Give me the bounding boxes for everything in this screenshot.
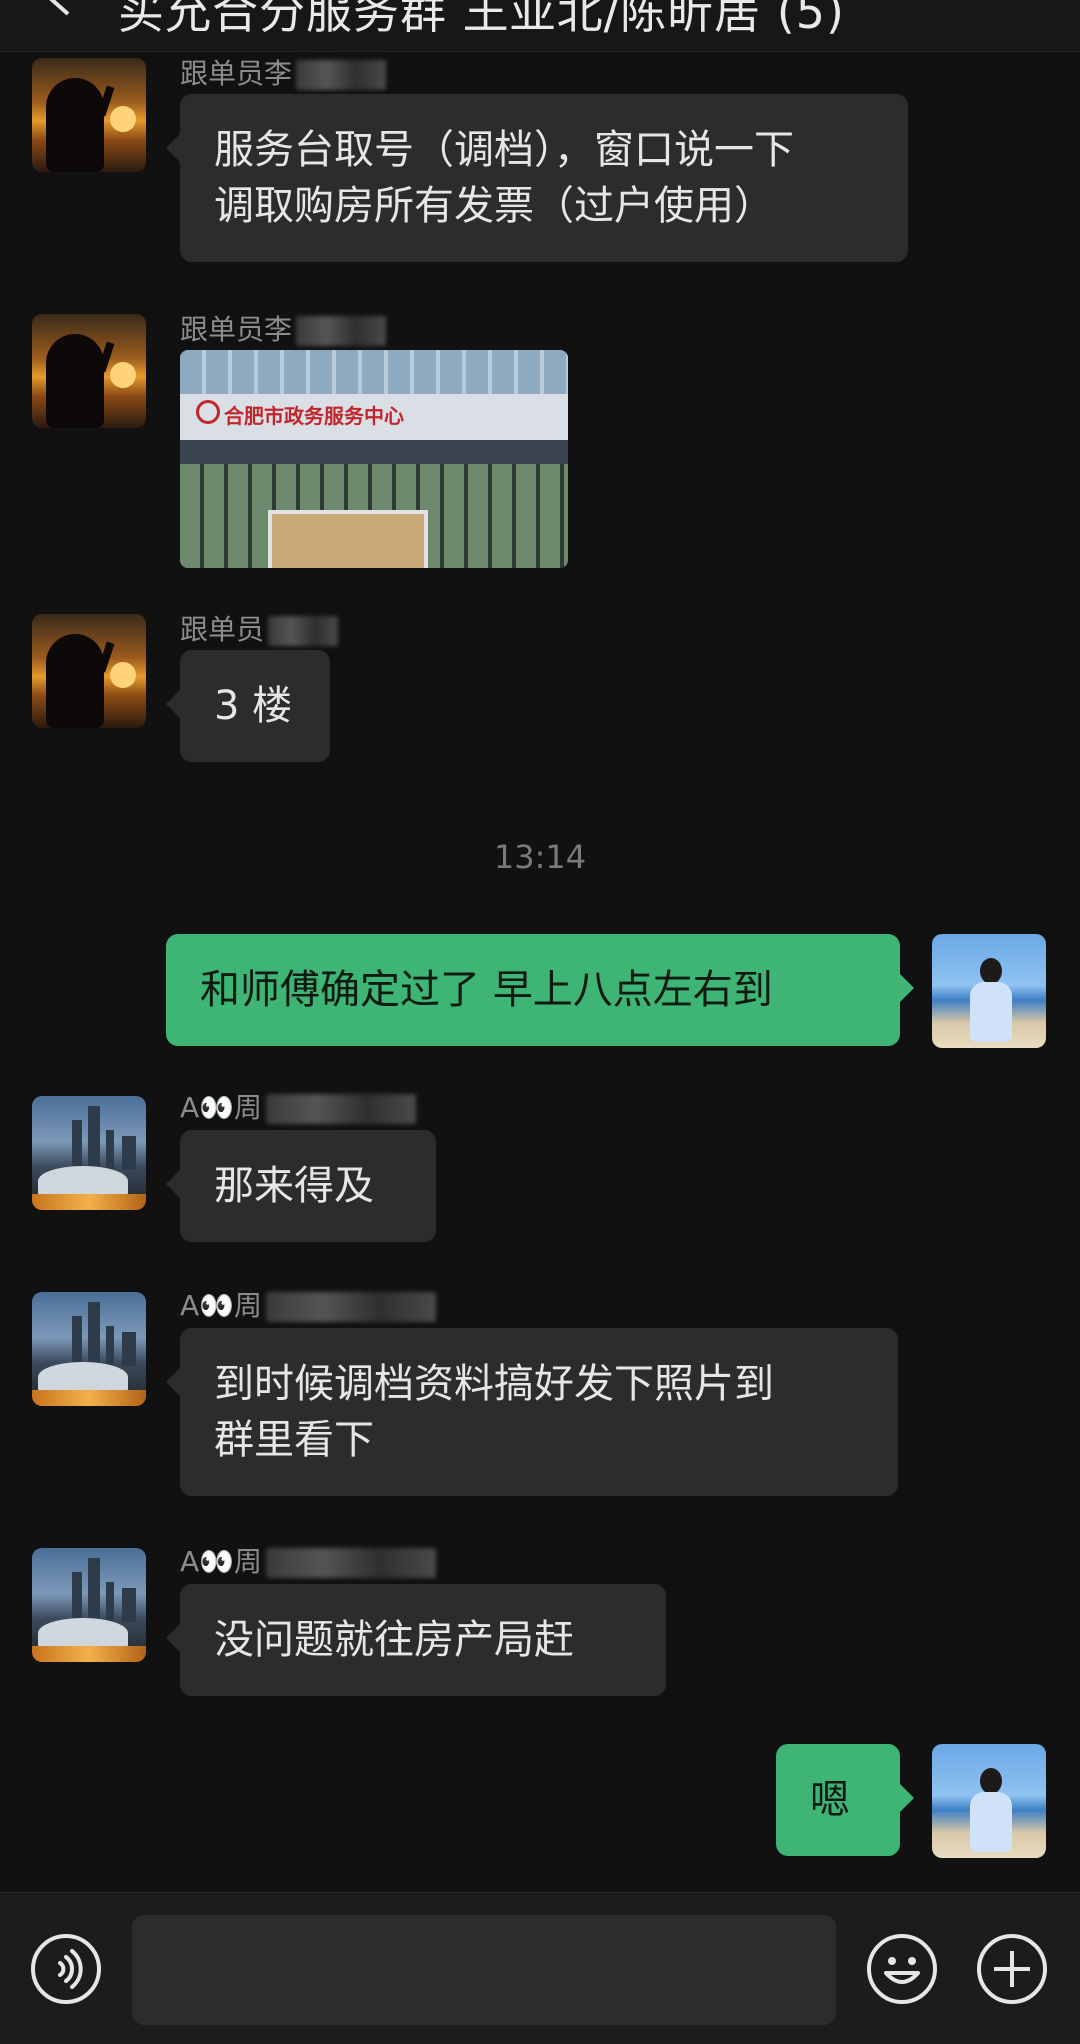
message-input[interactable] [132, 1915, 836, 2025]
sender-name: A👀周 [180, 1540, 437, 1580]
message-text: 那来得及 [214, 1163, 374, 1209]
plus-icon[interactable] [976, 1933, 1048, 2005]
avatar[interactable] [32, 1096, 146, 1210]
logo-icon [196, 400, 220, 424]
message-text: 嗯 [810, 1777, 850, 1823]
sender-name: 跟单员李 [180, 308, 387, 348]
sender-name: 跟单员李 [180, 52, 387, 92]
image-sign-text: 合肥市政务服务中心 [224, 404, 404, 428]
message-text-line: 群里看下 [214, 1417, 374, 1463]
sender-name: A👀周 [180, 1284, 437, 1324]
message-text-line: 调取购房所有发票（过户使用） [214, 183, 774, 229]
message-bubble-sent[interactable]: 嗯 [776, 1744, 914, 1856]
chat-title: 买允合分服务群 王亚北/陈昕居 (5) [118, 0, 845, 39]
avatar[interactable] [932, 1744, 1046, 1858]
message-text: 3 楼 [214, 683, 293, 729]
voice-icon[interactable] [30, 1933, 102, 2005]
avatar[interactable] [32, 1548, 146, 1662]
sender-name: 跟单员 [180, 608, 339, 648]
back-arrow-icon[interactable] [40, 0, 80, 18]
message-text: 没问题就往房产局赶 [214, 1617, 574, 1663]
avatar[interactable] [32, 614, 146, 728]
message-bubble[interactable]: 没问题就往房产局赶 [166, 1584, 666, 1696]
avatar[interactable] [32, 1292, 146, 1406]
message-list: 跟单员李 服务台取号（调档），窗口说一下 调取购房所有发票（过户使用） 跟单员李… [0, 52, 1080, 1892]
emoji-icon[interactable] [866, 1933, 938, 2005]
message-text-line: 到时候调档资料搞好发下照片到 [214, 1361, 774, 1407]
message-bubble[interactable]: 服务台取号（调档），窗口说一下 调取购房所有发票（过户使用） [166, 94, 908, 262]
message-text-line: 服务台取号（调档），窗口说一下 [214, 127, 794, 173]
chat-header: 买允合分服务群 王亚北/陈昕居 (5) [0, 0, 1080, 52]
message-bubble[interactable]: 那来得及 [166, 1130, 436, 1242]
sender-name: A👀周 [180, 1086, 417, 1126]
input-toolbar [0, 1892, 1080, 2044]
timestamp: 13:14 [493, 838, 587, 876]
image-message[interactable]: 合肥市政务服务中心 [180, 350, 568, 568]
avatar[interactable] [32, 314, 146, 428]
avatar[interactable] [932, 934, 1046, 1048]
message-bubble[interactable]: 3 楼 [166, 650, 330, 762]
message-bubble[interactable]: 到时候调档资料搞好发下照片到 群里看下 [166, 1328, 898, 1496]
avatar[interactable] [32, 58, 146, 172]
message-bubble-sent[interactable]: 和师傅确定过了 早上八点左右到 [166, 934, 914, 1046]
message-text: 和师傅确定过了 早上八点左右到 [200, 967, 773, 1013]
